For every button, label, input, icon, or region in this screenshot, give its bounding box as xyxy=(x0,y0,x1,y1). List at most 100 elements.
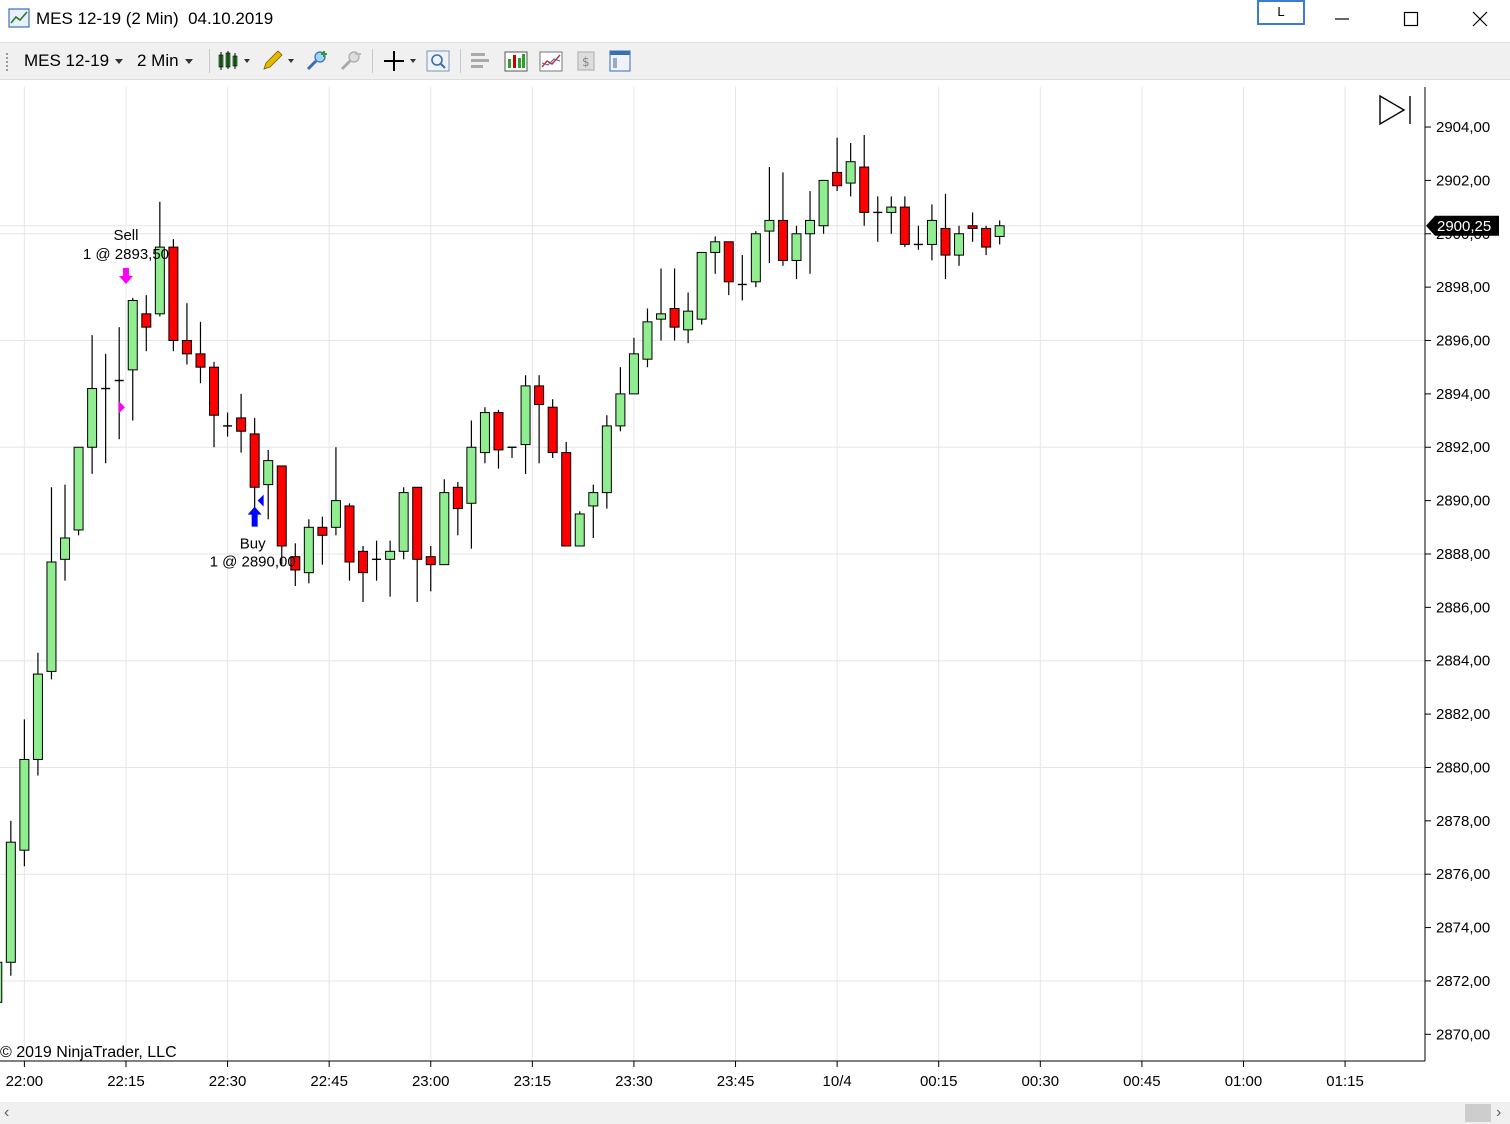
candle xyxy=(19,719,30,867)
candle-body xyxy=(601,425,612,494)
candle-body xyxy=(5,841,16,963)
chart-style-icon[interactable] xyxy=(216,49,252,73)
candle-body xyxy=(60,537,71,560)
candle-body xyxy=(263,460,274,486)
candle xyxy=(588,484,599,538)
search-icon[interactable] xyxy=(425,49,451,73)
drawing-tool-icon[interactable] xyxy=(260,49,296,73)
y-tick-label: 2882,00 xyxy=(1436,706,1490,723)
toolbar-grip[interactable] xyxy=(6,53,11,71)
candle-body xyxy=(954,233,965,256)
maximize-button[interactable] xyxy=(1381,0,1441,38)
data-box-icon[interactable] xyxy=(468,49,494,73)
candle-body xyxy=(493,412,504,451)
candle-body xyxy=(696,251,707,320)
interval-selector[interactable]: 2 Min xyxy=(137,51,193,71)
x-tick-label: 23:30 xyxy=(615,1073,653,1090)
candle-body xyxy=(330,500,341,528)
candle xyxy=(73,446,84,536)
candle-body xyxy=(750,233,761,283)
candle xyxy=(276,465,287,565)
instrument-selector[interactable]: MES 12-19 xyxy=(24,51,124,71)
candle xyxy=(372,540,382,581)
x-tick-label: 22:15 xyxy=(107,1073,145,1090)
candle xyxy=(412,486,423,603)
candle xyxy=(899,196,910,248)
svg-text:$: $ xyxy=(582,55,590,69)
candle xyxy=(818,179,829,234)
candle-body xyxy=(168,246,179,342)
candle-body xyxy=(358,550,369,574)
candle-body xyxy=(981,227,992,248)
y-tick-label: 2896,00 xyxy=(1436,333,1490,350)
candle xyxy=(398,487,409,560)
candle xyxy=(669,268,680,341)
candle-body xyxy=(683,310,694,331)
candle xyxy=(886,196,897,234)
x-tick-label: 23:15 xyxy=(514,1073,552,1090)
crosshair-icon[interactable] xyxy=(380,49,420,73)
toolbar-separator xyxy=(460,49,461,73)
candle xyxy=(561,441,572,547)
toolbar-separator xyxy=(372,49,373,73)
candle-body xyxy=(588,492,599,507)
x-tick-label: 00:30 xyxy=(1022,1073,1060,1090)
x-tick-label: 10/4 xyxy=(823,1073,852,1090)
candle xyxy=(628,337,639,395)
candle xyxy=(710,236,721,274)
candle-body xyxy=(398,492,409,552)
candle xyxy=(913,225,923,250)
candle xyxy=(994,220,1005,245)
x-tick-label: 00:15 xyxy=(920,1073,958,1090)
indicators-icon[interactable] xyxy=(503,49,529,73)
candle-body xyxy=(317,526,328,536)
candle-body xyxy=(845,161,856,184)
candle-body xyxy=(534,385,545,406)
copyright-text: © 2019 NinjaTrader, LLC xyxy=(0,1044,177,1061)
candle-body xyxy=(940,227,951,256)
candle xyxy=(0,961,3,1003)
properties-icon[interactable] xyxy=(607,49,633,73)
price-chart[interactable]: Sell 1 @ 2893,50 Buy1 @ 2890,00 2904,00 290… xyxy=(0,79,1510,1102)
scroll-left-icon[interactable]: ‹ xyxy=(4,1104,9,1122)
scroll-right-icon[interactable]: › xyxy=(1496,1104,1501,1122)
candle xyxy=(601,415,612,509)
chart-trader-icon[interactable]: $ xyxy=(573,49,599,73)
zoom-out-icon[interactable] xyxy=(338,49,364,73)
scroll-to-end-icon[interactable] xyxy=(1379,94,1411,126)
candle xyxy=(195,321,206,384)
candle-body xyxy=(723,241,734,283)
last-price-label: 2900,25 xyxy=(1437,218,1491,235)
candle-body xyxy=(642,321,653,360)
candle xyxy=(87,335,98,474)
candle xyxy=(873,196,883,242)
chart-panel[interactable]: Sell 1 @ 2893,50 Buy 1 @ 2890,00 2904,00 290… xyxy=(0,79,1510,1102)
candle xyxy=(141,295,152,352)
candle xyxy=(683,292,694,344)
candle xyxy=(181,303,192,365)
candle xyxy=(330,447,341,536)
candle xyxy=(344,503,355,581)
strategies-icon[interactable] xyxy=(538,49,564,73)
candle xyxy=(223,412,233,437)
scroll-thumb[interactable] xyxy=(1465,1104,1491,1122)
link-button[interactable]: L xyxy=(1257,0,1305,25)
zoom-in-icon[interactable] xyxy=(304,49,330,73)
candle xyxy=(303,519,314,584)
sell-arrow-icon xyxy=(118,268,133,284)
candle xyxy=(805,191,816,274)
candle xyxy=(574,511,585,547)
horizontal-scrollbar[interactable]: ‹ › xyxy=(0,1102,1510,1124)
minimize-button[interactable] xyxy=(1312,0,1372,38)
close-button[interactable] xyxy=(1450,0,1510,38)
candle xyxy=(981,225,992,256)
x-tick-label: 00:45 xyxy=(1123,1073,1161,1090)
y-tick-label: 2870,00 xyxy=(1436,1026,1490,1043)
y-tick-label: 2874,00 xyxy=(1436,920,1490,937)
candle xyxy=(466,420,477,549)
candle-body xyxy=(344,505,355,563)
x-tick-label: 22:45 xyxy=(310,1073,348,1090)
candle xyxy=(507,446,517,458)
candle-body xyxy=(764,219,775,232)
candle-body xyxy=(141,313,152,328)
